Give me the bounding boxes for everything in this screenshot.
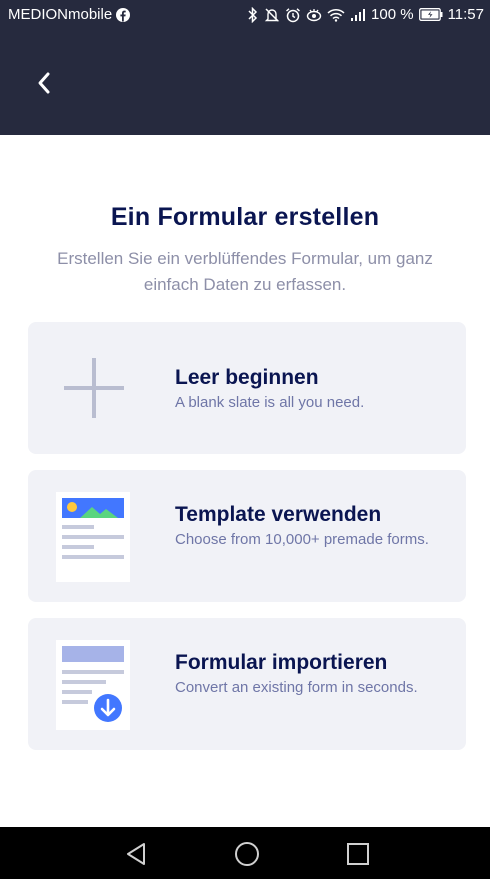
card-description: Convert an existing form in seconds. (175, 679, 418, 696)
carrier-name: MEDIONmobile (8, 6, 113, 23)
mute-icon (264, 7, 280, 23)
nav-recents-button[interactable] (345, 841, 371, 867)
status-bar: MEDIONmobile 100 % 11:57 (0, 0, 490, 29)
import-form-card[interactable]: Formular importieren Convert an existing… (28, 618, 466, 750)
clock-time: 11:57 (447, 6, 484, 23)
battery-icon (418, 8, 443, 21)
eye-icon (306, 7, 322, 23)
circle-home-icon (235, 842, 259, 866)
template-icon (56, 492, 160, 582)
card-description: A blank slate is all you need. (175, 394, 365, 411)
import-icon (56, 640, 160, 730)
use-template-card[interactable]: Template verwenden Choose from 10,000+ p… (28, 470, 466, 602)
page-subtitle: Erstellen Sie ein verblüffendes Formular… (57, 249, 433, 294)
start-blank-card[interactable]: Leer beginnen A blank slate is all you n… (28, 322, 466, 454)
card-title: Formular importieren (175, 651, 388, 674)
triangle-back-icon (127, 843, 145, 865)
square-recents-icon (347, 843, 369, 865)
card-description: Choose from 10,000+ premade forms. (175, 531, 429, 548)
bluetooth-icon (247, 6, 259, 23)
facebook-icon (116, 7, 131, 22)
card-title: Template verwenden (175, 503, 382, 526)
app-header (0, 29, 490, 135)
wifi-icon (327, 8, 345, 22)
system-nav-bar (0, 827, 490, 879)
signal-icon (350, 8, 366, 22)
card-title: Leer beginnen (175, 366, 319, 389)
nav-back-button[interactable] (124, 841, 150, 867)
back-button[interactable] (24, 63, 64, 103)
alarm-icon (285, 7, 301, 23)
plus-icon (56, 344, 160, 434)
battery-percent: 100 % (371, 6, 414, 23)
nav-home-button[interactable] (234, 841, 260, 867)
page-title: Ein Formular erstellen (110, 203, 380, 231)
chevron-left-icon (38, 72, 50, 94)
